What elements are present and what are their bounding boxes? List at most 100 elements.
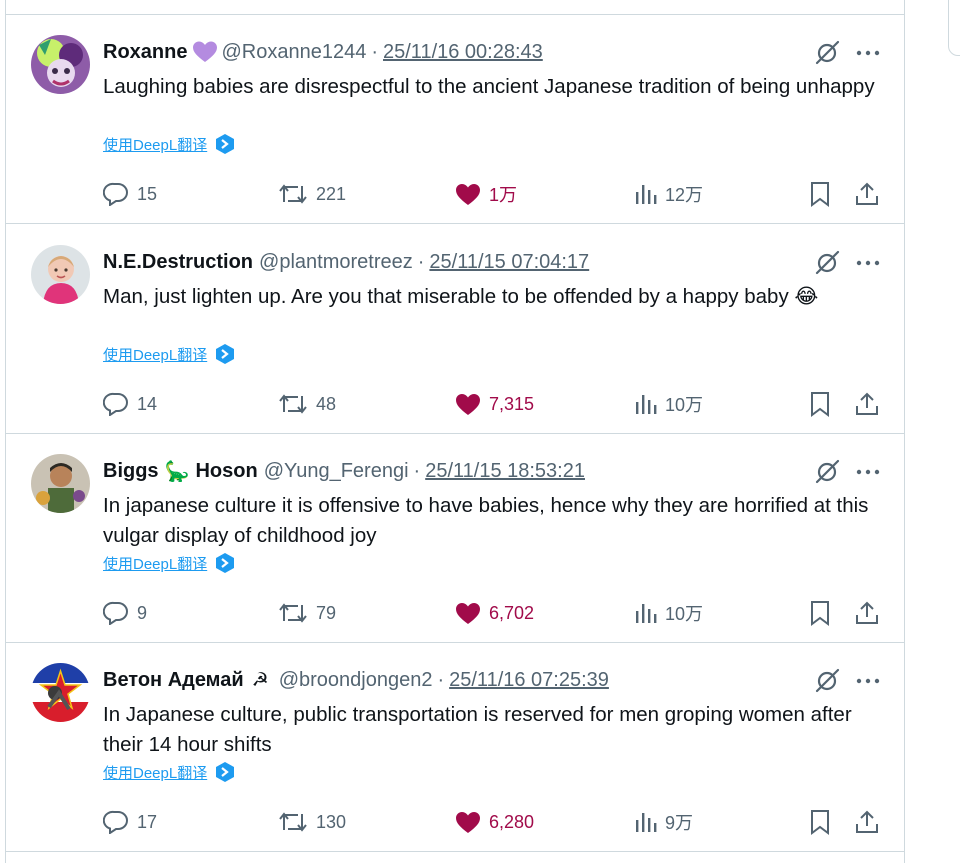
dinosaur-icon: 🦕 [164, 460, 190, 483]
display-name[interactable]: Roxanne [103, 41, 187, 64]
views-button[interactable]: 9万 [633, 807, 693, 837]
share-icon [854, 809, 880, 835]
separator: · [417, 250, 425, 273]
retweet-icon [278, 810, 308, 834]
separator: · [437, 668, 445, 691]
reply-count: 15 [137, 183, 158, 204]
tweet[interactable]: Biggs 🦕 Hoson @Yung_Ferengi · 25/11/15 1… [6, 434, 904, 643]
bookmark-button[interactable] [809, 598, 839, 628]
separator: · [413, 459, 421, 482]
retweet-button[interactable]: 221 [278, 179, 346, 209]
bookmark-button[interactable] [809, 179, 839, 209]
views-button[interactable]: 10万 [633, 598, 703, 628]
tweet[interactable]: Roxanne @Roxanne1244 · 25/11/16 00:28:43… [6, 15, 904, 224]
like-button[interactable]: 6,702 [455, 598, 534, 628]
reply-button[interactable]: 9 [103, 598, 147, 628]
views-icon [633, 183, 657, 205]
more-icon[interactable] [854, 458, 882, 486]
action-bar: 14 48 7,315 10万 [6, 389, 904, 419]
retweet-count: 221 [316, 183, 347, 204]
reply-button[interactable]: 15 [103, 179, 157, 209]
tweet-text: In Japanese culture, public transportati… [103, 703, 852, 756]
like-button[interactable]: 6,280 [455, 807, 534, 837]
views-button[interactable]: 10万 [633, 389, 703, 419]
handle[interactable]: @Roxanne1244 [221, 41, 366, 64]
tweet-header: N.E.Destruction @plantmoretreez · 25/11/… [103, 249, 589, 275]
avatar[interactable] [31, 454, 90, 513]
translate-link[interactable]: 使用DeepL翻译 [103, 552, 235, 574]
retweet-count: 79 [316, 602, 337, 623]
avatar[interactable] [31, 663, 90, 722]
grok-icon[interactable] [813, 667, 841, 695]
display-name[interactable]: N.E.Destruction [103, 251, 253, 274]
like-count: 6,280 [489, 811, 535, 832]
reply-icon [103, 392, 129, 416]
tweet-header: Ветон Адемай ☭ @broondjongen2 · 25/11/16… [103, 667, 609, 693]
views-count: 9万 [665, 813, 694, 833]
views-count: 12万 [665, 185, 704, 205]
timestamp[interactable]: 25/11/15 18:53:21 [425, 460, 585, 483]
translate-label: 使用DeepL翻译 [103, 764, 208, 782]
like-icon [455, 183, 481, 206]
timestamp[interactable]: 25/11/16 00:28:43 [383, 41, 543, 64]
like-button[interactable]: 1万 [455, 179, 517, 209]
retweet-count: 48 [316, 393, 337, 414]
views-button[interactable]: 12万 [633, 179, 703, 209]
share-button[interactable] [854, 179, 888, 209]
share-button[interactable] [854, 598, 888, 628]
reply-button[interactable]: 17 [103, 807, 157, 837]
avatar[interactable] [31, 245, 90, 304]
deepl-icon [215, 761, 235, 783]
views-icon [633, 811, 657, 833]
tweet[interactable]: N.E.Destruction @plantmoretreez · 25/11/… [6, 225, 904, 434]
bookmark-icon [809, 181, 831, 207]
display-name[interactable]: Ветон Адемай [103, 669, 244, 692]
translate-link[interactable]: 使用DeepL翻译 [103, 761, 235, 783]
tweet-text: In japanese culture it is offensive to h… [103, 494, 869, 547]
reply-button[interactable]: 14 [103, 389, 157, 419]
retweet-button[interactable]: 130 [278, 807, 346, 837]
handle[interactable]: @plantmoretreez [259, 251, 413, 274]
bookmark-button[interactable] [809, 807, 839, 837]
like-icon [455, 393, 481, 416]
like-button[interactable]: 7,315 [455, 389, 534, 419]
tweet-header: Biggs 🦕 Hoson @Yung_Ferengi · 25/11/15 1… [103, 458, 585, 484]
more-icon[interactable] [854, 249, 882, 277]
reply-icon [103, 601, 129, 625]
translate-link[interactable]: 使用DeepL翻译 [103, 343, 235, 365]
retweet-count: 130 [316, 811, 347, 832]
avatar[interactable] [31, 35, 90, 94]
grok-icon[interactable] [813, 39, 841, 67]
timestamp[interactable]: 25/11/16 07:25:39 [449, 669, 609, 692]
bookmark-button[interactable] [809, 389, 839, 419]
share-icon [854, 600, 880, 626]
more-icon[interactable] [854, 39, 882, 67]
deepl-icon [215, 552, 235, 574]
translate-label: 使用DeepL翻译 [103, 555, 208, 573]
share-button[interactable] [854, 389, 888, 419]
handle[interactable]: @Yung_Ferengi [264, 460, 409, 483]
retweet-icon [278, 182, 308, 206]
more-icon[interactable] [854, 667, 882, 695]
retweet-button[interactable]: 48 [278, 389, 336, 419]
grok-icon[interactable] [813, 249, 841, 277]
views-count: 10万 [665, 395, 704, 415]
display-name-part2[interactable]: Hoson [195, 460, 257, 483]
share-button[interactable] [854, 807, 888, 837]
timestamp[interactable]: 25/11/15 07:04:17 [429, 251, 589, 274]
translate-link[interactable]: 使用DeepL翻译 [103, 133, 235, 155]
separator: · [371, 40, 378, 63]
reply-icon [103, 182, 129, 206]
display-name-part1[interactable]: Biggs [103, 460, 159, 483]
bookmark-icon [809, 809, 831, 835]
retweet-button[interactable]: 79 [278, 598, 336, 628]
handle[interactable]: @broondjongen2 [279, 669, 433, 692]
action-bar: 15 221 1万 12万 [6, 179, 904, 209]
tweet[interactable]: Ветон Адемай ☭ @broondjongen2 · 25/11/16… [6, 643, 904, 852]
reply-count: 17 [137, 811, 158, 832]
action-bar: 9 79 6,702 10万 [6, 598, 904, 628]
grok-icon[interactable] [813, 458, 841, 486]
reply-count: 14 [137, 393, 158, 414]
reply-count: 9 [137, 602, 148, 623]
like-count: 1万 [489, 185, 518, 205]
